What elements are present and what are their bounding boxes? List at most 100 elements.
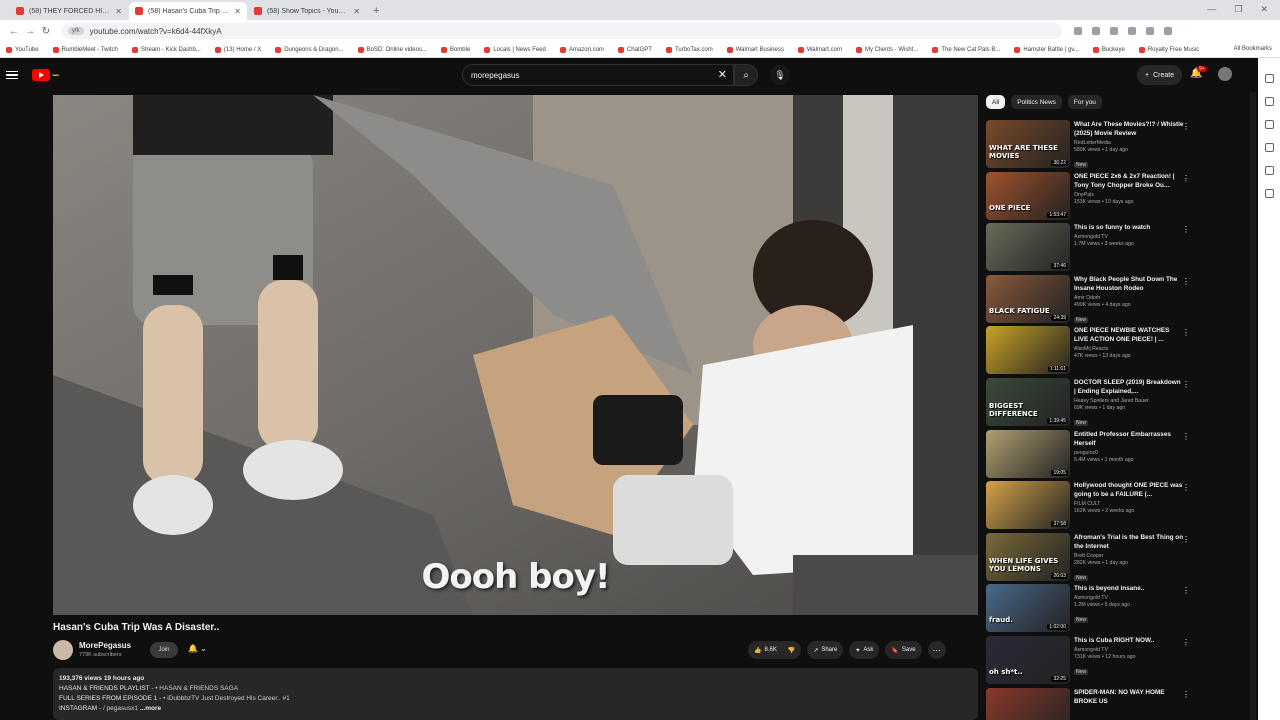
recommendation-channel[interactable]: Heavy Spoilers and Jared Bauer (1074, 398, 1184, 404)
account-avatar[interactable] (1218, 67, 1232, 81)
close-tab-icon[interactable]: ✕ (115, 7, 122, 16)
playlist-link[interactable]: • HASAN & FRIENDS SAGA (155, 685, 238, 692)
recommendation-item[interactable]: SPIDER-MAN: NO WAY HOME BROKE US ⋮ (986, 687, 1200, 720)
recommendation-thumbnail[interactable]: fraud. 1:02:00 (986, 584, 1070, 633)
recommendation-item[interactable]: 37:46 This is so funny to watch Asmongold … (986, 223, 1200, 275)
recommendation-thumbnail[interactable] (986, 687, 1070, 720)
recommendation-title[interactable]: Hollywood thought ONE PIECE was going to… (1074, 481, 1184, 499)
more-options-icon[interactable]: ⋮ (1182, 122, 1190, 131)
recommendation-item[interactable]: WHAT ARE THESE MOVIES 36:22 What Are These… (986, 120, 1200, 172)
maximize-icon[interactable]: ❐ (1234, 4, 1242, 15)
browser-tab-2[interactable]: (58) Hasan's Cuba Trip Wa... ✕ (129, 2, 247, 20)
bookmark-item[interactable]: ChatGPT (617, 46, 652, 53)
bookmark-item[interactable]: Dungeons & Dragon... (275, 46, 344, 53)
browser-tab-1[interactable]: (58) THEY FORCED HIS F*CKIN✕ (10, 2, 128, 20)
recommendation-title[interactable]: ONE PIECE 2x6 & 2x7 Reaction! | Tony Ton… (1074, 172, 1184, 190)
recommendation-channel[interactable]: AlsoMij Reacts (1074, 346, 1184, 352)
more-options-icon[interactable]: ⋮ (1182, 638, 1190, 647)
recommendation-channel[interactable]: Asmongold TV (1074, 234, 1184, 240)
description-box[interactable]: 193,376 views 19 hours ago HASAN & FRIEN… (53, 668, 978, 720)
recommendation-thumbnail[interactable]: BLACK FATIGUE 24:39 (986, 274, 1070, 323)
recommendation-title[interactable]: This is Cuba RIGHT NOW.. (1074, 636, 1184, 645)
show-more-link[interactable]: ...more (140, 705, 161, 712)
side-panel-icon[interactable] (1264, 143, 1274, 152)
like-button[interactable]: 👍 8.6K 👎 (748, 641, 802, 659)
more-options-icon[interactable]: ⋮ (1182, 483, 1190, 492)
recommendation-channel[interactable]: Brett Cooper (1074, 553, 1184, 559)
recommendation-channel[interactable]: Asmongold TV (1074, 595, 1184, 601)
chip-for-you[interactable]: For you (1067, 95, 1102, 109)
recommendation-item[interactable]: fraud. 1:02:00 This is beyond insane.. Asmo… (986, 584, 1200, 636)
side-panel-icon[interactable] (1264, 97, 1274, 106)
bookmark-item[interactable]: TurboTax.com (665, 46, 713, 53)
extension-icon[interactable] (1110, 27, 1118, 35)
bookmark-item[interactable]: BoSD: Online videos... (357, 46, 427, 53)
instagram-link[interactable]: / pegasusx1 (103, 705, 138, 712)
more-options-icon[interactable]: ⋮ (1182, 535, 1190, 544)
browser-tab-3[interactable]: (58) Show Topics - YouTube ✕ (248, 2, 366, 20)
more-options-icon[interactable]: ⋮ (1182, 586, 1190, 595)
more-actions-button[interactable]: ⋯ (927, 641, 946, 659)
extension-icon[interactable] (1128, 27, 1136, 35)
recommendation-channel[interactable]: Amir Odom (1074, 295, 1184, 301)
bookmark-item[interactable]: Stream - Kick Dashb... (131, 46, 201, 53)
more-options-icon[interactable]: ⋮ (1182, 690, 1190, 699)
recommendation-item[interactable]: BLACK FATIGUE 24:39 Why Black People Shut … (986, 274, 1200, 327)
close-tab-icon[interactable]: ✕ (234, 7, 241, 16)
bookmark-item[interactable]: Hamster Battle | gv... (1014, 46, 1079, 53)
more-options-icon[interactable]: ⋮ (1182, 328, 1190, 337)
recommendation-title[interactable]: This is so funny to watch (1074, 223, 1184, 232)
youtube-logo-icon[interactable] (32, 69, 50, 81)
new-tab-button[interactable]: + (367, 5, 385, 20)
forward-icon[interactable]: → (22, 26, 38, 37)
recommendation-title[interactable]: What Are These Movies?!? / Whistle (2025… (1074, 120, 1184, 138)
bookmark-item[interactable]: Locals | News Feed (484, 46, 546, 53)
recommendation-thumbnail[interactable]: ONE PIECE 1:53:47 (986, 171, 1070, 220)
side-panel-icon[interactable] (1264, 74, 1274, 83)
bookmark-item[interactable]: My Clients - Wisht... (855, 46, 918, 53)
bookmark-item[interactable]: Royalty Free Music (1138, 46, 1199, 53)
search-input[interactable]: morepegasus ✕ (462, 64, 734, 86)
channel-name[interactable]: MorePegasus (79, 641, 131, 650)
recommendation-item[interactable]: 37:58 Hollywood thought ONE PIECE was goi… (986, 481, 1200, 533)
recommendation-item[interactable]: oh sh*t.. 32:25 This is Cuba RIGHT NOW.. As… (986, 635, 1200, 688)
series-link[interactable]: • iDubbbzTV Just Destroyed His Career.. … (163, 695, 290, 702)
chip-all[interactable]: All (986, 95, 1006, 109)
recommendation-thumbnail[interactable]: 37:46 (986, 223, 1070, 272)
subscribed-bell-icon[interactable]: 🔔 ⌄ (188, 644, 207, 653)
more-options-icon[interactable]: ⋮ (1182, 174, 1190, 183)
bookmark-item[interactable]: Amazon.com (559, 46, 604, 53)
more-options-icon[interactable]: ⋮ (1182, 380, 1190, 389)
recommendation-thumbnail[interactable]: 37:58 (986, 481, 1070, 530)
recommendation-item[interactable]: 1:11:01 ONE PIECE NEWBIE WATCHES LIVE ACT… (986, 326, 1200, 378)
profile-icon[interactable] (1164, 27, 1172, 35)
voice-search-button[interactable]: 🎙 (770, 65, 790, 85)
recommendation-title[interactable]: Entitled Professor Embarrasses Herself (1074, 430, 1184, 448)
bookmark-item[interactable]: (13) Home / X (214, 46, 261, 53)
recommendation-channel[interactable]: OnePals (1074, 192, 1184, 198)
recommendation-channel[interactable]: RedLetterMedia (1074, 140, 1184, 146)
recommendation-channel[interactable]: Asmongold TV (1074, 647, 1184, 653)
minimize-icon[interactable]: — (1207, 4, 1216, 15)
side-panel-icon[interactable] (1264, 166, 1274, 175)
recommendation-title[interactable]: SPIDER-MAN: NO WAY HOME BROKE US (1074, 688, 1184, 706)
side-panel-icon[interactable] (1264, 120, 1274, 129)
recommendation-item[interactable]: BIGGEST DIFFERENCE 1:39:45 DOCTOR SLEEP (2… (986, 377, 1200, 430)
bookmark-item[interactable]: Walmart Business (726, 46, 784, 53)
recommendation-title[interactable]: DOCTOR SLEEP (2019) Breakdown | Ending E… (1074, 378, 1184, 396)
reload-icon[interactable]: ↻ (38, 26, 54, 37)
save-button[interactable]: 🔖 Save (885, 641, 922, 659)
recommendation-item[interactable]: 19:05 Entitled Professor Embarrasses Hers… (986, 429, 1200, 482)
bookmark-item[interactable]: Walmart.com (797, 46, 842, 53)
recommendation-thumbnail[interactable]: oh sh*t.. 32:25 (986, 635, 1070, 684)
page-scrollbar[interactable] (1250, 92, 1256, 720)
channel-avatar[interactable] (53, 640, 73, 660)
recommendation-thumbnail[interactable]: WHAT ARE THESE MOVIES 36:22 (986, 120, 1070, 168)
recommendation-item[interactable]: WHEN LIFE GIVES YOU LEMONS 26:03 Afroman's… (986, 532, 1200, 585)
thumbs-down-icon[interactable]: 👎 (788, 647, 795, 654)
extension-icon[interactable] (1146, 27, 1154, 35)
recommendation-thumbnail[interactable]: WHEN LIFE GIVES YOU LEMONS 26:03 (986, 532, 1070, 581)
menu-icon[interactable] (6, 70, 18, 80)
bookmark-star-icon[interactable] (1092, 27, 1100, 35)
bookmark-item[interactable]: Bomble (440, 46, 470, 53)
